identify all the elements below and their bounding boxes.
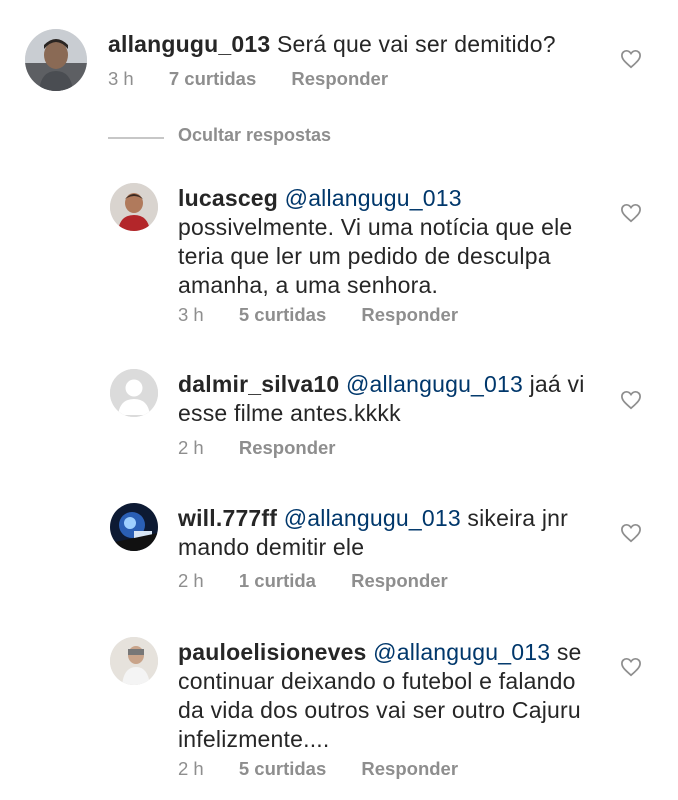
comment-meta: 2 h 5 curtidas Responder	[178, 758, 488, 780]
comment-time: 2 h	[178, 758, 204, 779]
comment-likes[interactable]: 7 curtidas	[169, 68, 256, 89]
comment-text: dalmir_silva10 @allangugu_013 jaá vi ess…	[178, 370, 585, 428]
comment-likes[interactable]: 5 curtidas	[239, 304, 326, 325]
divider	[108, 137, 164, 139]
avatar[interactable]	[25, 29, 87, 91]
comment-text: lucasceg @allangugu_013 possivelmente. V…	[178, 184, 572, 300]
mention-link[interactable]: @allangugu_013	[346, 371, 523, 397]
comment-meta: 2 h Responder	[178, 437, 366, 459]
comment-time: 2 h	[178, 437, 204, 458]
heart-outline-icon[interactable]	[620, 657, 642, 677]
comment-username[interactable]: will.777ff	[178, 505, 277, 531]
comment-meta: 3 h 7 curtidas Responder	[108, 68, 418, 90]
comment-body: sikeira jnr	[467, 505, 569, 531]
heart-outline-icon[interactable]	[620, 49, 642, 69]
avatar[interactable]	[110, 637, 158, 685]
comment-meta: 2 h 1 curtida Responder	[178, 570, 478, 592]
comment-body: Será que vai ser demitido?	[276, 31, 556, 57]
comment-time: 3 h	[178, 304, 204, 325]
comment-text: pauloelisioneves @allangugu_013 se conti…	[178, 638, 582, 754]
comment-username[interactable]: lucasceg	[178, 185, 278, 211]
comment-body-line: da vida dos outros vai ser outro Cajuru	[178, 697, 581, 723]
comment-text: allangugu_013 Será que vai ser demitido?	[108, 30, 556, 59]
mention-link[interactable]: @allangugu_013	[285, 185, 462, 211]
comment-body-line: possivelmente. Vi uma notícia que ele	[178, 214, 573, 240]
reply-button[interactable]: Responder	[361, 304, 458, 325]
comment-text: will.777ff @allangugu_013 sikeira jnr ma…	[178, 504, 568, 562]
comment-time: 3 h	[108, 68, 134, 89]
comment-username[interactable]: pauloelisioneves	[178, 639, 367, 665]
avatar[interactable]	[110, 183, 158, 231]
comment-body-line: mando demitir ele	[178, 534, 365, 560]
comment-meta: 3 h 5 curtidas Responder	[178, 304, 488, 326]
heart-outline-icon[interactable]	[620, 523, 642, 543]
reply-button[interactable]: Responder	[351, 570, 448, 591]
comment-body-line: continuar deixando o futebol e falando	[178, 668, 576, 694]
hide-replies-label[interactable]: Ocultar respostas	[178, 125, 331, 146]
heart-outline-icon[interactable]	[620, 390, 642, 410]
comment-body: se	[556, 639, 582, 665]
mention-link[interactable]: @allangugu_013	[373, 639, 550, 665]
reply-button[interactable]: Responder	[291, 68, 388, 89]
comment-body-line: amanha, a uma senhora.	[178, 272, 439, 298]
comment-body: jaá vi	[529, 371, 585, 397]
avatar[interactable]	[110, 503, 158, 551]
comment-username[interactable]: allangugu_013	[108, 31, 270, 57]
comment-likes[interactable]: 5 curtidas	[239, 758, 326, 779]
mention-link[interactable]: @allangugu_013	[284, 505, 461, 531]
comment-body-line: teria que ler um pedido de desculpa	[178, 243, 551, 269]
reply-button[interactable]: Responder	[361, 758, 458, 779]
reply-button[interactable]: Responder	[239, 437, 336, 458]
avatar[interactable]	[110, 369, 158, 417]
comment-likes[interactable]: 1 curtida	[239, 570, 316, 591]
heart-outline-icon[interactable]	[620, 203, 642, 223]
comment-username[interactable]: dalmir_silva10	[178, 371, 339, 397]
comment-body-line: esse filme antes.kkkk	[178, 400, 401, 426]
comment-body-line: infelizmente....	[178, 726, 330, 752]
comment-time: 2 h	[178, 570, 204, 591]
